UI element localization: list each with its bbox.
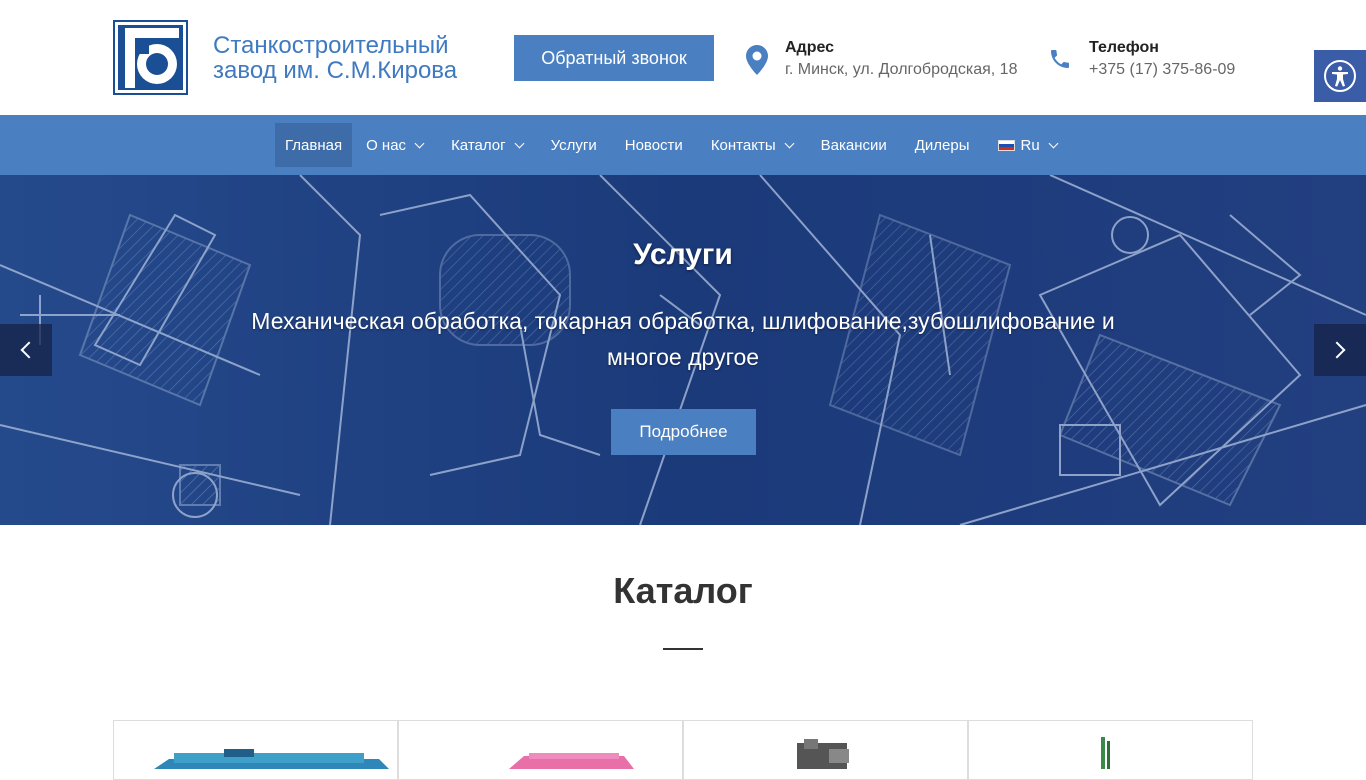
product-image [1101, 737, 1110, 769]
nav-item-dealers[interactable]: Дилеры [901, 123, 984, 167]
nav-item-home[interactable]: Главная [275, 123, 353, 167]
nav-item-label: Вакансии [820, 136, 887, 154]
catalog-card[interactable] [683, 720, 968, 780]
callback-button[interactable]: Обратный звонок [514, 35, 714, 81]
nav-item-language[interactable]: Ru [984, 123, 1071, 167]
nav-item-label: Новости [624, 136, 683, 154]
chevron-down-icon [784, 138, 795, 148]
brand-line-2: завод им. С.М.Кирова [213, 57, 458, 84]
nav-item-label: Услуги [550, 136, 597, 154]
slide-more-button[interactable]: Подробнее [611, 409, 756, 455]
product-image [154, 749, 389, 769]
accessibility-button[interactable] [1314, 50, 1366, 102]
nav-item-label: Контакты [710, 136, 776, 154]
flag-ru-icon [997, 139, 1015, 151]
nav-item-label: Каталог [451, 136, 506, 154]
chevron-left-icon [20, 341, 38, 359]
brand-line-1: Станкостроительный [213, 32, 449, 59]
site-header: Станкостроительный завод им. С.М.Кирова … [0, 0, 1366, 115]
phone-block: Телефон +375 (17) 375-86-09 [1089, 38, 1235, 82]
chevron-down-icon [414, 138, 425, 148]
chevron-down-icon [1048, 138, 1059, 148]
product-image [797, 739, 849, 769]
chevron-down-icon [514, 138, 525, 148]
nav-item-news[interactable]: Новости [611, 123, 697, 167]
chevron-right-icon [1328, 341, 1346, 359]
nav-item-about[interactable]: О нас [352, 123, 437, 167]
location-pin-icon [746, 45, 768, 80]
brand-name[interactable]: Станкостроительный завод им. С.М.Кирова [213, 33, 503, 83]
nav-item-label: О нас [366, 136, 407, 154]
address-value: г. Минск, ул. Долгобродская, 18 [785, 61, 1018, 78]
slider-next-button[interactable] [1314, 324, 1366, 376]
accessibility-icon [1324, 60, 1356, 92]
address-block: Адрес г. Минск, ул. Долгобродская, 18 [785, 38, 1017, 82]
address-label: Адрес [785, 39, 835, 56]
catalog-grid [113, 720, 1253, 780]
nav-item-label: Главная [285, 136, 343, 154]
nav-item-vacancies[interactable]: Вакансии [807, 123, 901, 167]
phone-value[interactable]: +375 (17) 375-86-09 [1089, 58, 1235, 82]
catalog-title: Каталог [613, 570, 753, 611]
nav-item-label: Ru [1020, 136, 1040, 154]
nav-item-catalog[interactable]: Каталог [437, 123, 537, 167]
catalog-card[interactable] [113, 720, 398, 780]
catalog-card[interactable] [968, 720, 1253, 780]
phone-icon [1048, 47, 1072, 76]
main-nav: Главная О нас Каталог Услуги Новости Кон… [0, 115, 1366, 175]
nav-item-contacts[interactable]: Контакты [697, 123, 807, 167]
title-divider [663, 648, 703, 650]
slide-text: Механическая обработка, токарная обработ… [251, 308, 1115, 370]
catalog-card[interactable] [398, 720, 683, 780]
nav-item-label: Дилеры [914, 136, 970, 154]
slider-prev-button[interactable] [0, 324, 52, 376]
slide-title: Услуги [633, 238, 733, 271]
logo-icon[interactable] [113, 20, 188, 95]
nav-item-services[interactable]: Услуги [537, 123, 611, 167]
phone-label: Телефон [1089, 39, 1159, 56]
product-image [509, 753, 634, 769]
hero-slider: Услуги Механическая обработка, токарная … [0, 175, 1366, 525]
